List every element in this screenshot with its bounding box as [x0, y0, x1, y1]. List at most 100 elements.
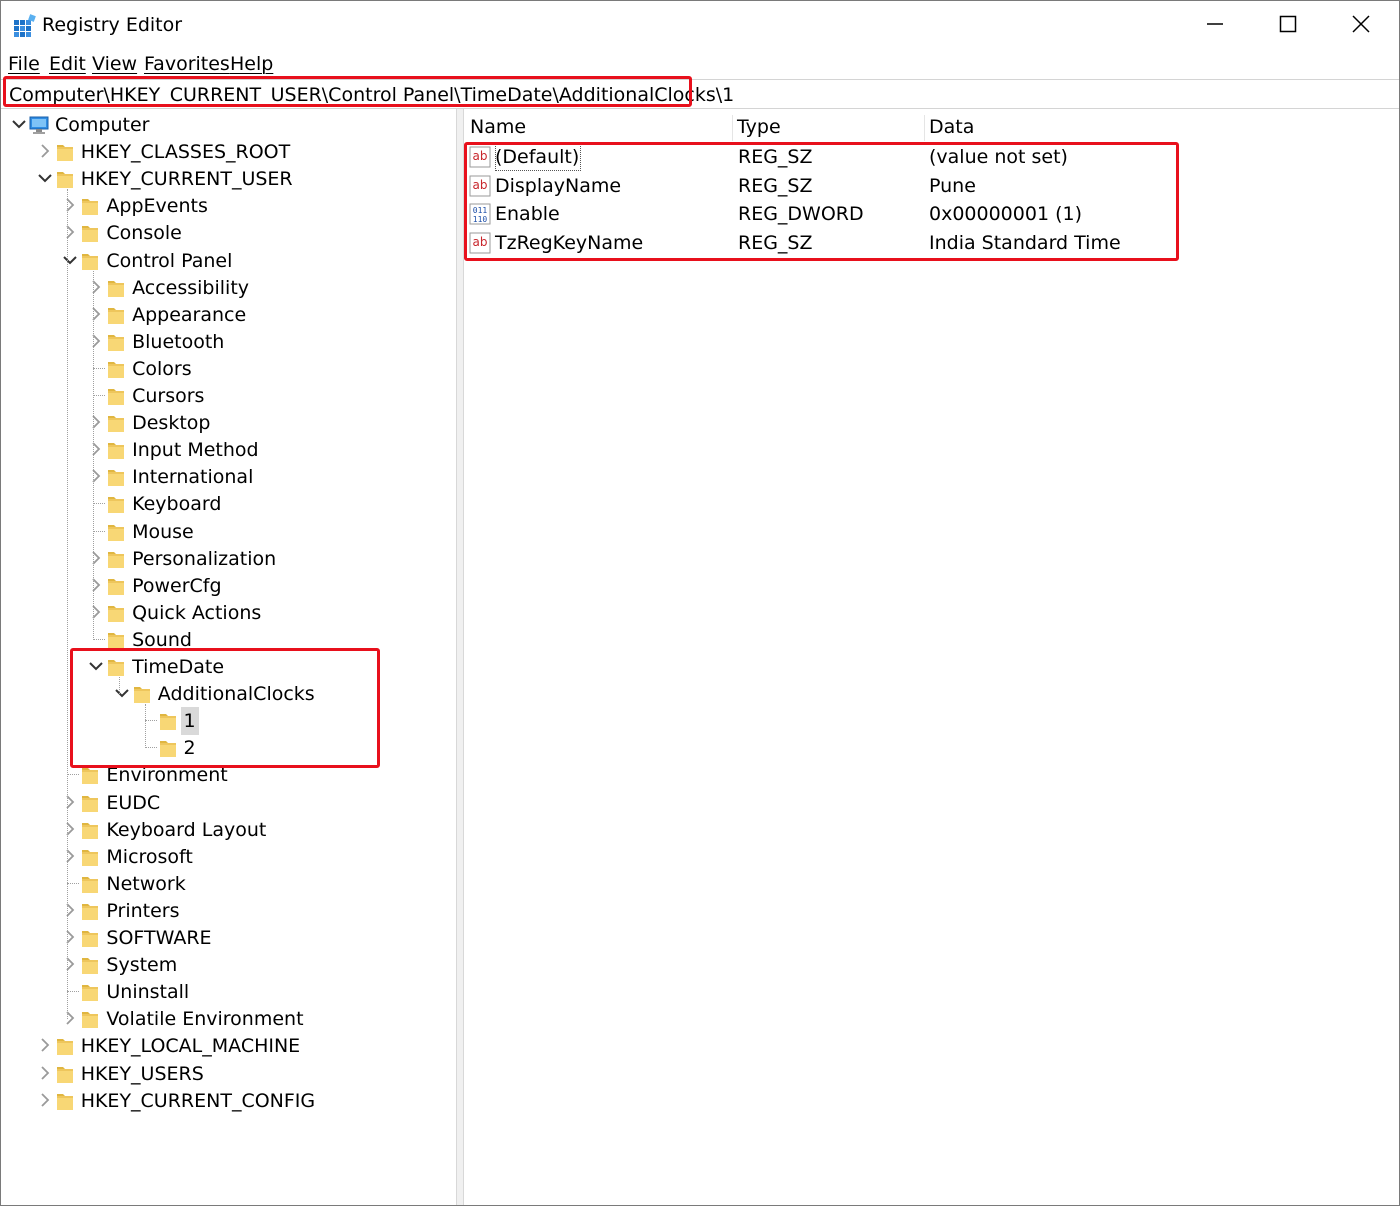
- tree-node-label: Network: [106, 872, 186, 895]
- column-header-type[interactable]: Type: [737, 113, 781, 141]
- title-bar[interactable]: Registry Editor: [1, 1, 1399, 47]
- menu-edit[interactable]: Edit: [49, 51, 86, 77]
- tree-node-input-method[interactable]: Input Method: [1, 436, 456, 463]
- tree-node-label: PowerCfg: [132, 574, 222, 597]
- address-bar: [1, 79, 1399, 109]
- column-divider[interactable]: [924, 115, 925, 141]
- chevron-right-icon[interactable]: [86, 303, 106, 325]
- chevron-down-icon[interactable]: [35, 167, 55, 189]
- chevron-right-icon[interactable]: [86, 411, 106, 433]
- tree-node-environment[interactable]: Environment: [1, 761, 456, 788]
- tree-node-computer[interactable]: Computer: [1, 111, 456, 138]
- value-row-enable[interactable]: 011 110 Enable REG_DWORD 0x00000001 (1): [464, 200, 1399, 228]
- address-input[interactable]: [9, 83, 1389, 107]
- tree-node-additionalclocks[interactable]: AdditionalClocks: [1, 680, 456, 707]
- tree-node-label: Desktop: [132, 412, 211, 435]
- tree-node-international[interactable]: International: [1, 463, 456, 490]
- column-header-data[interactable]: Data: [929, 113, 974, 141]
- value-type: REG_SZ: [738, 232, 813, 255]
- maximize-button[interactable]: [1252, 1, 1324, 47]
- menu-help[interactable]: Help: [230, 51, 273, 77]
- tree-node-bluetooth[interactable]: Bluetooth: [1, 328, 456, 355]
- pane-splitter[interactable]: [456, 109, 464, 1205]
- tree-node-eudc[interactable]: EUDC: [1, 789, 456, 816]
- chevron-right-icon[interactable]: [60, 845, 80, 867]
- chevron-right-icon[interactable]: [86, 276, 106, 298]
- chevron-right-icon[interactable]: [86, 465, 106, 487]
- close-button[interactable]: [1325, 1, 1397, 47]
- tree-node-keyboard[interactable]: Keyboard: [1, 490, 456, 517]
- menu-favorites[interactable]: Favorites: [144, 51, 230, 77]
- tree-node-colors[interactable]: Colors: [1, 355, 456, 382]
- tree-node-hkey-current-user[interactable]: HKEY_CURRENT_USER: [1, 165, 456, 192]
- chevron-right-icon[interactable]: [60, 953, 80, 975]
- folder-icon: [56, 1039, 73, 1056]
- string-value-icon: ab: [469, 232, 491, 254]
- chevron-right-icon[interactable]: [86, 601, 106, 623]
- tree-node-mouse[interactable]: Mouse: [1, 518, 456, 545]
- chevron-down-icon[interactable]: [86, 655, 106, 677]
- chevron-right-icon[interactable]: [60, 818, 80, 840]
- column-divider[interactable]: [732, 115, 733, 141]
- window-title: Registry Editor: [42, 14, 183, 36]
- tree-node-sound[interactable]: Sound: [1, 626, 456, 653]
- tree-node-keyboard-layout[interactable]: Keyboard Layout: [1, 816, 456, 843]
- chevron-down-icon[interactable]: [9, 113, 29, 135]
- tree-node-accessibility[interactable]: Accessibility: [1, 274, 456, 301]
- tree-node-control-panel[interactable]: Control Panel: [1, 247, 456, 274]
- tree-node-personalization[interactable]: Personalization: [1, 545, 456, 572]
- chevron-right-icon[interactable]: [86, 438, 106, 460]
- menu-view[interactable]: View: [92, 51, 137, 77]
- tree-node-label: Input Method: [132, 439, 259, 462]
- tree-node-cursors[interactable]: Cursors: [1, 382, 456, 409]
- chevron-right-icon[interactable]: [86, 547, 106, 569]
- tree-node-network[interactable]: Network: [1, 870, 456, 897]
- tree-node-powercfg[interactable]: PowerCfg: [1, 572, 456, 599]
- chevron-right-icon[interactable]: [60, 926, 80, 948]
- chevron-right-icon[interactable]: [86, 574, 106, 596]
- chevron-down-icon[interactable]: [60, 249, 80, 271]
- tree-node-timedate[interactable]: TimeDate: [1, 653, 456, 680]
- menu-file[interactable]: File: [8, 51, 40, 77]
- chevron-right-icon[interactable]: [35, 140, 55, 162]
- value-row-tzregkeyname[interactable]: ab TzRegKeyName REG_SZ India Standard Time: [464, 229, 1399, 257]
- tree-node-quick-actions[interactable]: Quick Actions: [1, 599, 456, 626]
- tree-node-uninstall[interactable]: Uninstall: [1, 978, 456, 1005]
- chevron-right-icon[interactable]: [60, 899, 80, 921]
- tree-node-desktop[interactable]: Desktop: [1, 409, 456, 436]
- column-header-name[interactable]: Name: [470, 113, 526, 141]
- tree-node-console[interactable]: Console: [1, 219, 456, 246]
- values-list: Name Type Data ab (Default) REG_SZ (value n…: [464, 109, 1399, 1205]
- tree-node-hkey-classes-root[interactable]: HKEY_CLASSES_ROOT: [1, 138, 456, 165]
- minimize-button[interactable]: [1179, 1, 1251, 47]
- folder-icon: [108, 416, 125, 433]
- chevron-right-icon[interactable]: [60, 194, 80, 216]
- value-row-displayname[interactable]: ab DisplayName REG_SZ Pune: [464, 172, 1399, 200]
- folder-icon: [133, 687, 150, 704]
- chevron-right-icon[interactable]: [35, 1062, 55, 1084]
- tree-node-hkey-local-machine[interactable]: HKEY_LOCAL_MACHINE: [1, 1032, 456, 1059]
- folder-icon: [108, 280, 125, 297]
- tree-node-1[interactable]: 1: [1, 707, 456, 736]
- value-row-default[interactable]: ab (Default) REG_SZ (value not set): [464, 143, 1399, 171]
- tree-node-2[interactable]: 2: [1, 734, 456, 761]
- tree-node-hkey-current-config[interactable]: HKEY_CURRENT_CONFIG: [1, 1087, 456, 1114]
- chevron-right-icon[interactable]: [60, 791, 80, 813]
- chevron-right-icon[interactable]: [60, 221, 80, 243]
- chevron-right-icon[interactable]: [35, 1089, 55, 1111]
- tree-node-printers[interactable]: Printers: [1, 897, 456, 924]
- tree-node-software[interactable]: SOFTWARE: [1, 924, 456, 951]
- tree-node-hkey-users[interactable]: HKEY_USERS: [1, 1060, 456, 1087]
- tree-node-volatile-environment[interactable]: Volatile Environment: [1, 1005, 456, 1032]
- tree-node-label: Environment: [106, 764, 228, 787]
- chevron-right-icon[interactable]: [35, 1034, 55, 1056]
- tree-node-appevents[interactable]: AppEvents: [1, 192, 456, 219]
- chevron-down-icon[interactable]: [112, 682, 132, 704]
- chevron-right-icon[interactable]: [86, 330, 106, 352]
- folder-icon: [82, 822, 99, 839]
- tree-node-appearance[interactable]: Appearance: [1, 301, 456, 328]
- chevron-right-icon[interactable]: [60, 1007, 80, 1029]
- tree-node-microsoft[interactable]: Microsoft: [1, 843, 456, 870]
- folder-icon: [108, 605, 125, 622]
- tree-node-system[interactable]: System: [1, 951, 456, 978]
